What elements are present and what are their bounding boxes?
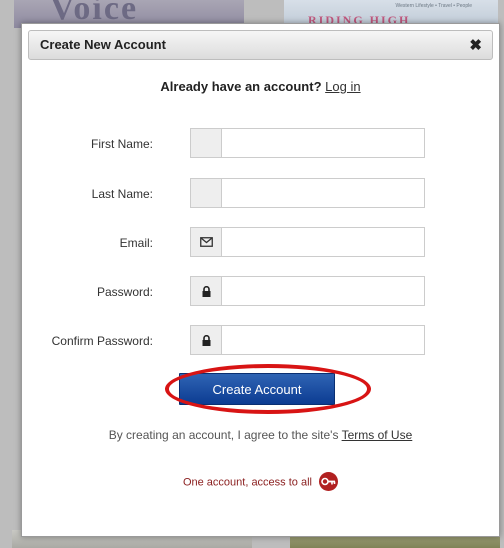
last-name-label: Last Name: [91,187,153,201]
first-name-field[interactable] [221,128,425,158]
lock-icon [202,285,211,297]
lock-icon [202,334,211,346]
confirm-password-addon [190,325,222,355]
first-name-row: First Name: [22,128,499,160]
email-label: Email: [119,236,153,250]
terms-of-use-link[interactable]: Terms of Use [342,428,413,442]
password-field[interactable] [221,276,425,306]
terms-notice: By creating an account, I agree to the s… [22,428,499,442]
dialog-header: Create New Account ✖ [28,30,493,60]
confirm-password-row: Confirm Password: [22,325,499,357]
close-icon[interactable]: ✖ [469,36,482,54]
tagline-text: One account, access to all [182,476,312,489]
email-row: Email: [22,227,499,259]
password-addon [190,276,222,306]
terms-text: By creating an account, I agree to the s… [108,428,339,442]
password-label: Password: [96,285,153,299]
login-question: Already have an account? [160,79,322,94]
last-name-addon [190,178,222,208]
envelope-icon [200,237,213,247]
login-link[interactable]: Log in [325,79,360,94]
first-name-addon [190,128,222,158]
create-account-button[interactable]: Create Account [179,373,335,405]
key-icon [319,472,339,491]
password-row: Password: [22,276,499,308]
last-name-field[interactable] [221,178,425,208]
last-name-row: Last Name: [22,178,499,210]
email-field[interactable] [221,227,425,257]
background-tagline: Western Lifestyle • Travel • People [395,3,473,9]
dialog-title: Create New Account [40,37,166,52]
email-addon [190,227,222,257]
tagline: One account, access to all [22,472,499,492]
confirm-password-field[interactable] [221,325,425,355]
first-name-label: First Name: [90,137,153,151]
confirm-password-label: Confirm Password: [51,334,153,348]
login-prompt: Already have an account? Log in [22,79,499,94]
create-account-dialog: Create New Account ✖ Already have an acc… [21,23,500,537]
